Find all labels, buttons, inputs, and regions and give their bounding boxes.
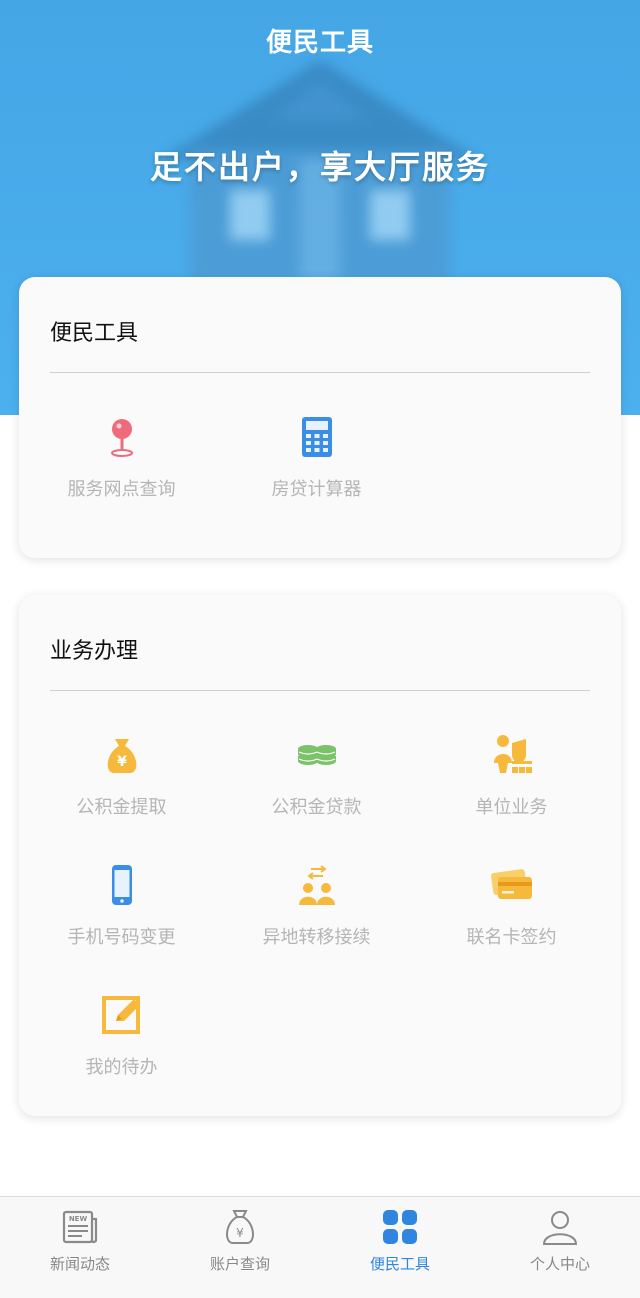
tab-label: 新闻动态: [49, 1255, 110, 1273]
tab-convenience-tools[interactable]: 便民工具: [320, 1197, 480, 1298]
convenience-tools-card: 便民工具 服务网点查询 房贷计算器: [19, 277, 621, 558]
tool-label: 我的待办: [85, 1057, 158, 1078]
yuan-bag-icon: ¥: [226, 1210, 254, 1244]
tab-news[interactable]: NEW 新闻动态: [0, 1197, 160, 1298]
card-title: 业务办理: [50, 639, 139, 664]
tool-fund-withdrawal[interactable]: ¥ 公积金提取: [24, 733, 219, 819]
tool-label: 手机号码变更: [67, 927, 176, 948]
tool-label: 单位业务: [475, 797, 548, 818]
tool-label: 房贷计算器: [271, 479, 362, 500]
tool-mortgage-calculator[interactable]: 房贷计算器: [219, 415, 414, 501]
tab-label: 个人中心: [529, 1255, 590, 1273]
grid-icon: [383, 1210, 417, 1244]
person-icon: [542, 1211, 578, 1245]
hero-slogan: 足不出户，享大厅服务: [149, 148, 490, 186]
tab-personal-center[interactable]: 个人中心: [480, 1197, 640, 1298]
svg-text:¥: ¥: [236, 1226, 244, 1240]
tool-co-branded-card-signing[interactable]: 联名卡签约: [414, 863, 609, 949]
bottom-tab-bar: NEW 新闻动态 ¥ 账户查询 便民工具 个人中心: [0, 1196, 640, 1298]
tool-my-todo[interactable]: 我的待办: [24, 993, 219, 1079]
coin-stack-icon: [297, 745, 336, 765]
transfer-users-icon: [298, 865, 335, 905]
svg-text:¥: ¥: [117, 754, 127, 770]
business-card: 业务办理 ¥ 公积金提取 公积金贷款 单位业务 手机号码变更 异地转移接续 联名…: [19, 595, 621, 1116]
divider: [50, 690, 590, 691]
tab-label: 便民工具: [369, 1255, 430, 1273]
edit-todo-icon: [101, 996, 140, 1034]
tool-remote-transfer[interactable]: 异地转移接续: [219, 863, 414, 949]
money-bag-icon: ¥: [107, 739, 136, 773]
tool-organization-business[interactable]: 单位业务: [414, 733, 609, 819]
bank-card-icon: [490, 869, 532, 899]
divider: [50, 372, 590, 373]
tab-account-query[interactable]: ¥ 账户查询: [160, 1197, 320, 1298]
tool-label: 异地转移接续: [262, 927, 371, 948]
mobile-phone-icon: [111, 865, 132, 905]
news-icon: NEW: [62, 1210, 98, 1244]
tool-service-outlet-query[interactable]: 服务网点查询: [24, 415, 219, 501]
location-pin-icon: [110, 419, 133, 457]
page-title: 便民工具: [265, 28, 374, 58]
tool-label: 服务网点查询: [67, 479, 176, 500]
svg-text:NEW: NEW: [69, 1215, 88, 1223]
tool-phone-number-change[interactable]: 手机号码变更: [24, 863, 219, 949]
calculator-icon: [301, 417, 332, 457]
organization-icon: [493, 735, 532, 773]
card-title: 便民工具: [50, 321, 139, 346]
tool-label: 联名卡签约: [466, 927, 557, 948]
tool-fund-loan[interactable]: 公积金贷款: [219, 733, 414, 819]
tab-label: 账户查询: [209, 1255, 270, 1273]
tool-label: 公积金提取: [76, 797, 167, 818]
tool-label: 公积金贷款: [271, 797, 362, 818]
